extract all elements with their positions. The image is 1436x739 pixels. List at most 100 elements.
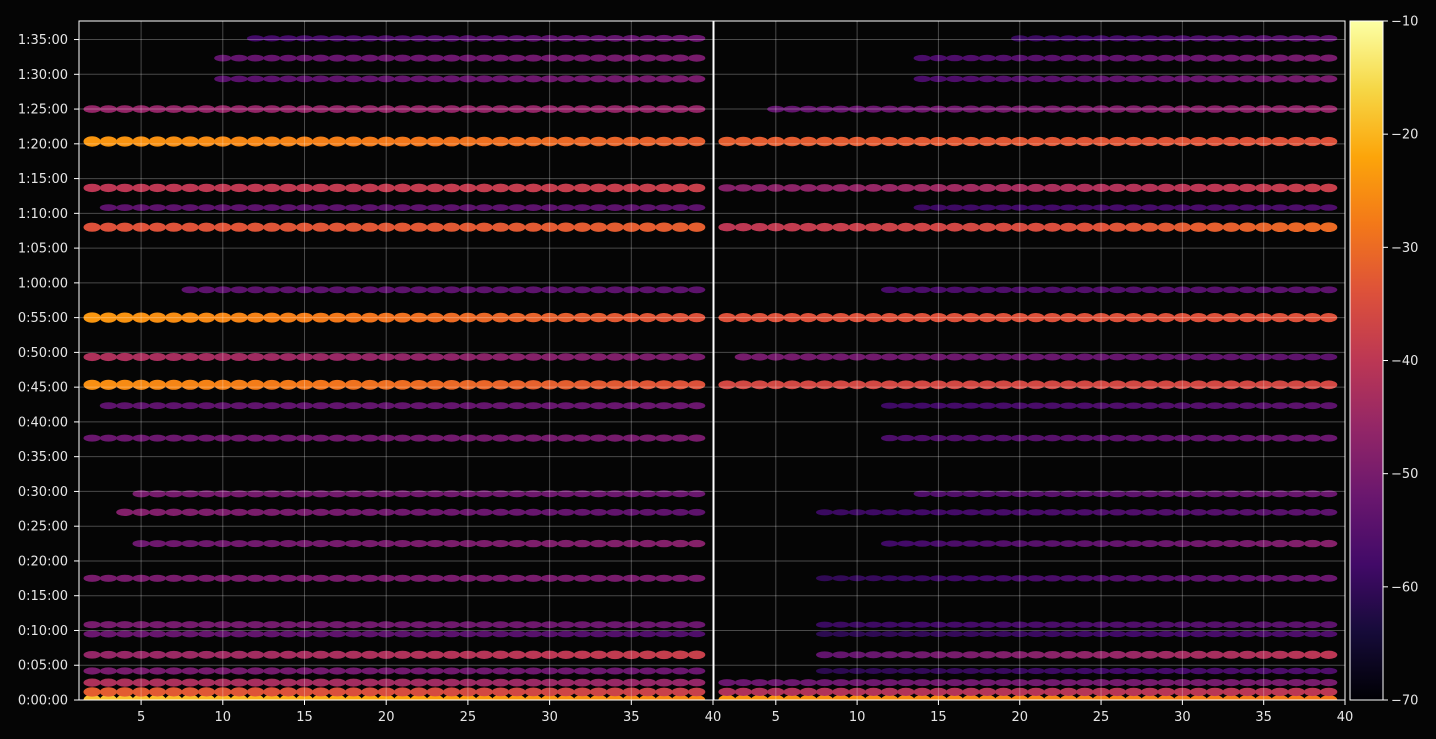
heat-cell-right-22-28 [1141,75,1159,83]
heat-cell-left-17-7 [165,222,183,232]
heat-cell-right-11-39 [1320,434,1338,442]
colorbar-tick-label: −70 [1391,694,1418,709]
heat-cell-left-3-23 [426,667,444,675]
heat-cell-left-8-7 [165,540,183,548]
heat-cell-left-22-29 [524,75,542,83]
heat-cell-right-24-24 [1076,35,1094,42]
heat-cell-right-17-27 [1125,222,1143,232]
heat-cell-right-6-28 [1141,621,1159,628]
heat-cell-left-5-33 [590,630,608,638]
heat-cell-left-13-19 [361,379,379,390]
heat-cell-right-1-32 [1206,687,1224,697]
heat-cell-left-6-31 [557,621,575,629]
heat-cell-right-5-29 [1157,630,1175,638]
heat-cell-left-16-16 [312,286,330,294]
heat-cell-left-6-29 [524,621,542,629]
heat-cell-right-13-18 [978,380,996,390]
heat-cell-right-11-27 [1125,434,1143,442]
y-tick-label: 0:25:00 [18,520,68,535]
heat-cell-left-18-13 [263,204,281,212]
heat-cell-right-24-22 [1043,35,1061,42]
heat-cell-left-4-31 [557,650,575,659]
heat-cell-left-8-16 [312,540,330,548]
heat-cell-right-5-28 [1141,630,1159,638]
heat-cell-right-19-28 [1141,183,1159,192]
heat-cell-right-3-39 [1320,667,1338,675]
heat-cell-right-5-14 [913,631,931,637]
heat-cell-right-19-17 [962,183,980,192]
heat-cell-left-6-16 [312,621,330,629]
heat-cell-right-12-22 [1043,402,1061,409]
heat-cell-right-14-26 [1108,353,1126,361]
heat-cell-right-18-18 [978,204,996,211]
heat-cell-left-14-37 [655,353,673,361]
heat-cell-right-2-31 [1190,679,1208,687]
heat-cell-right-5-39 [1320,630,1338,638]
heat-cell-right-13-37 [1287,380,1305,390]
heat-cell-left-13-3 [99,379,117,390]
heat-cell-left-6-39 [688,621,706,629]
heat-cell-right-12-39 [1320,402,1338,410]
heat-cell-left-8-9 [197,540,216,548]
heat-cell-right-1-16 [946,687,964,697]
heat-cell-left-17-34 [606,222,624,232]
heat-cell-left-14-9 [197,353,216,361]
heat-cell-left-2-14 [279,678,297,687]
heat-cell-left-23-32 [573,54,591,62]
heat-cell-left-17-12 [246,222,265,232]
heat-cell-left-23-26 [475,54,493,62]
heat-cell-right-17-33 [1222,222,1240,232]
heat-cell-right-2-36 [1271,679,1289,687]
heat-cell-left-14-31 [557,353,575,361]
heat-cell-left-18-16 [312,204,330,212]
heat-cell-left-12-7 [165,402,183,410]
heat-cell-left-23-17 [328,54,346,62]
heat-cell-right-19-29 [1157,183,1175,193]
heat-cell-right-4-16 [946,651,964,659]
heat-cell-left-12-32 [573,402,591,410]
heat-cell-right-9-8 [816,509,834,516]
heat-cell-left-22-14 [279,75,297,83]
heat-cell-left-14-4 [116,352,134,362]
heat-cell-left-8-36 [639,539,657,548]
heat-cell-left-12-4 [116,402,134,410]
heat-cell-left-16-26 [475,286,493,294]
heat-cell-left-13-9 [197,379,216,390]
heat-cell-left-13-2 [83,379,101,390]
heat-cell-left-18-22 [410,204,428,212]
heat-cell-left-9-21 [393,508,412,516]
heat-cell-right-22-34 [1238,75,1256,83]
heat-cell-left-5-11 [230,630,248,638]
heat-cell-left-13-22 [410,380,428,390]
heat-cell-left-20-12 [246,136,265,147]
heat-cell-left-19-16 [312,183,330,193]
heat-cell-left-14-16 [312,353,330,361]
heat-cell-left-20-21 [393,136,412,147]
heat-cell-left-16-38 [671,286,689,294]
heat-cell-left-20-3 [99,136,117,147]
heat-cell-right-22-36 [1271,75,1289,83]
heat-cell-left-1-13 [263,687,281,697]
heat-cell-right-19-18 [978,183,996,192]
heat-cell-left-6-23 [426,621,444,629]
heat-cell-right-3-23 [1059,667,1078,675]
heat-cell-left-17-8 [181,222,199,232]
heat-cell-right-11-22 [1043,434,1061,442]
heat-cell-left-1-19 [361,687,379,697]
heat-cell-right-17-8 [816,222,834,232]
heat-cell-right-12-37 [1287,402,1305,410]
heat-cell-left-14-33 [590,353,608,361]
heat-cell-right-3-28 [1141,667,1159,675]
heat-cell-right-18-24 [1076,204,1094,211]
heat-cell-right-20-8 [816,136,834,147]
heat-cell-left-16-11 [230,286,248,294]
heat-cell-left-12-8 [181,402,199,410]
heat-cell-right-12-24 [1076,402,1094,409]
heat-cell-right-14-27 [1125,353,1143,361]
heat-cell-left-1-39 [688,687,706,697]
heat-cell-left-19-14 [279,183,297,193]
heat-cell-right-19-34 [1238,183,1256,193]
heat-cell-left-11-18 [344,434,363,442]
heat-cell-right-11-36 [1271,434,1289,442]
heat-cell-right-9-33 [1222,509,1240,516]
